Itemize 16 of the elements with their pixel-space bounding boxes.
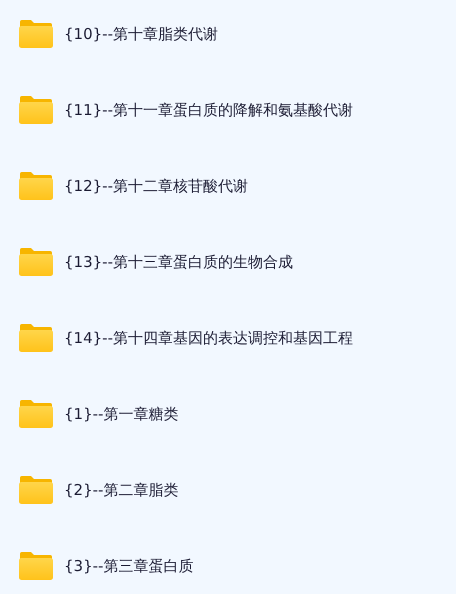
folder-name[interactable]: {3}--第三章蛋白质 [64, 556, 194, 576]
folder-icon [18, 475, 54, 505]
folder-name[interactable]: {2}--第二章脂类 [64, 480, 178, 500]
folder-icon [18, 95, 54, 125]
folder-icon [18, 323, 54, 353]
folder-icon [18, 19, 54, 49]
folder-name[interactable]: {14}--第十四章基因的表达调控和基因工程 [64, 328, 353, 348]
folder-icon [18, 247, 54, 277]
folder-icon [18, 171, 54, 201]
folder-name[interactable]: {12}--第十二章核苷酸代谢 [64, 176, 248, 196]
folder-name[interactable]: {1}--第一章糖类 [64, 404, 178, 424]
folder-name[interactable]: {10}--第十章脂类代谢 [64, 24, 218, 44]
folder-icon [18, 399, 54, 429]
folder-icon [18, 551, 54, 581]
folder-name[interactable]: {11}--第十一章蛋白质的降解和氨基酸代谢 [64, 100, 353, 120]
folder-name[interactable]: {13}--第十三章蛋白质的生物合成 [64, 252, 293, 272]
